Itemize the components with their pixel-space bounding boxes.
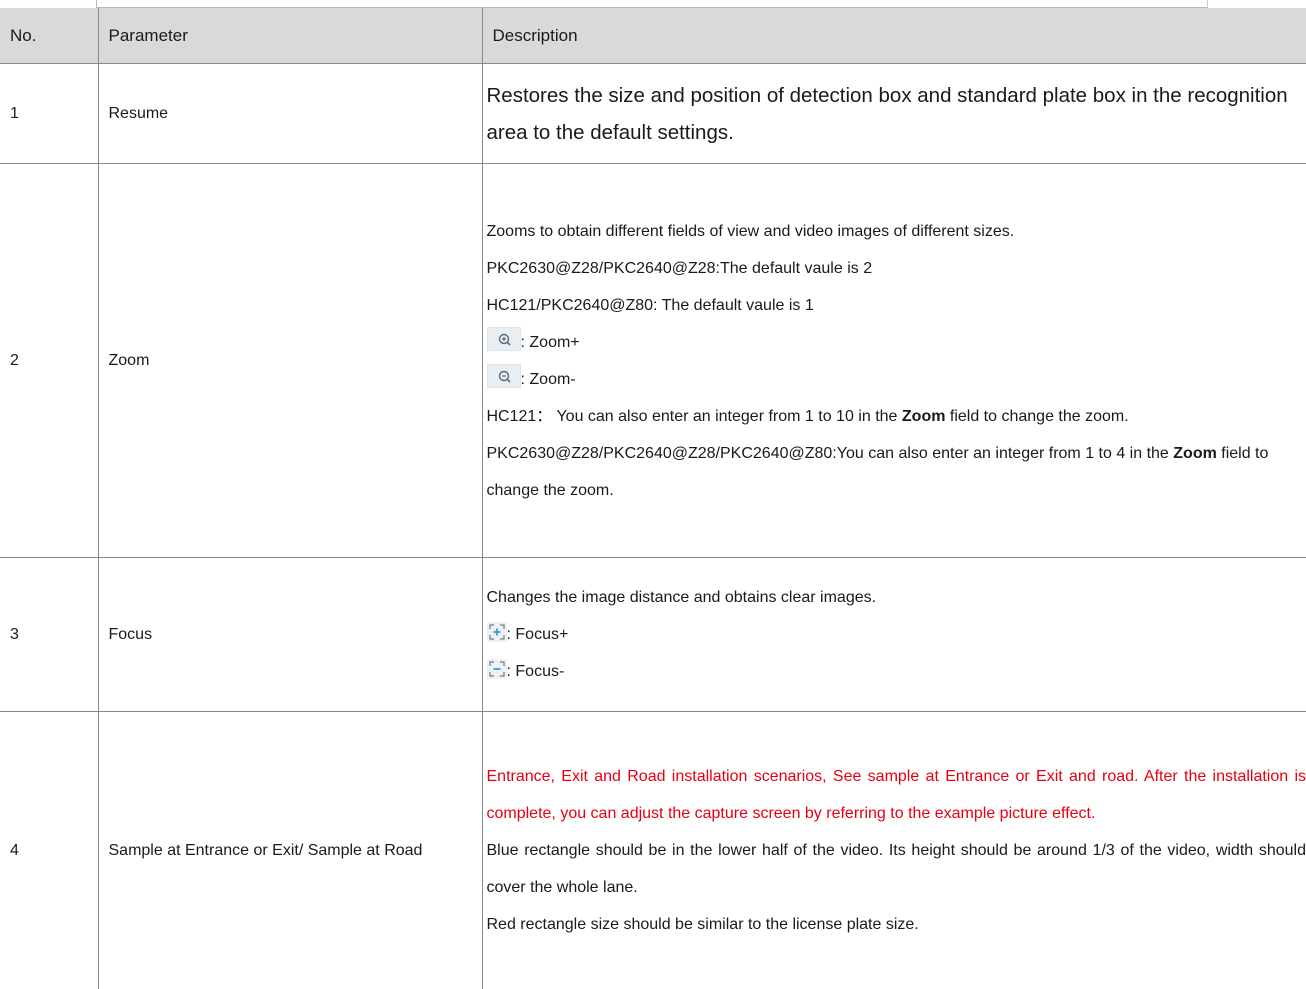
table-row: 3 Focus Changes the image distance and o…	[0, 557, 1306, 712]
parameter-description: Entrance, Exit and Road installation sce…	[482, 712, 1306, 989]
zoom-hc121-suffix: field to change the zoom.	[945, 407, 1129, 425]
zoom-out-label: : Zoom-	[520, 370, 576, 388]
row-number: 4	[0, 711, 99, 989]
header-no: No.	[0, 8, 99, 64]
focus-minus-icon	[486, 659, 507, 679]
zoom-pkc-prefix: PKC2630@Z28/PKC2640@Z28/PKC2640@Z80:You …	[486, 444, 1174, 462]
resume-description: Restores the size and position of detect…	[486, 83, 1288, 144]
zoom-in-icon	[486, 326, 521, 351]
zoom-hc121-bold: Zoom	[901, 407, 946, 425]
zoom-in-legend: : Zoom+	[486, 324, 1306, 361]
header-parameter: Parameter	[98, 8, 483, 64]
zoom-hc121-prefix: HC121： You can also enter an integer fro…	[486, 407, 902, 425]
focus-plus-legend: : Focus+	[486, 616, 1306, 653]
focus-minus-legend: : Focus-	[486, 653, 1306, 690]
sample-red-note: Entrance, Exit and Road installation sce…	[486, 768, 1306, 822]
zoom-in-label: : Zoom+	[520, 333, 580, 351]
parameter-table: No. Parameter Description 1 Resume Resto…	[0, 8, 1306, 989]
table-header-row: No. Parameter Description	[0, 8, 1306, 64]
zoom-out-icon	[486, 363, 521, 388]
parameter-description: Restores the size and position of detect…	[482, 63, 1306, 164]
parameter-description: Zooms to obtain different fields of view…	[482, 163, 1306, 558]
header-description: Description	[482, 8, 1306, 64]
parameter-name: Focus	[98, 557, 483, 712]
focus-plus-icon	[486, 622, 507, 642]
red-rectangle-note: Red rectangle size should be similar to …	[486, 916, 919, 933]
table-row: 4 Sample at Entrance or Exit/ Sample at …	[0, 711, 1306, 989]
zoom-pkc-bold: Zoom	[1173, 444, 1217, 462]
zoom-default-pkc: PKC2630@Z28/PKC2640@Z28:The default vaul…	[486, 259, 873, 277]
page-top-rule	[96, 0, 1208, 8]
table-row: 2 Zoom Zooms to obtain different fields …	[0, 163, 1306, 558]
focus-desc-line: Changes the image distance and obtains c…	[486, 589, 877, 606]
blue-rectangle-note: Blue rectangle should be in the lower ha…	[486, 842, 1306, 896]
focus-minus-label: : Focus-	[506, 663, 565, 680]
row-number: 1	[0, 63, 99, 164]
row-number: 3	[0, 557, 99, 712]
focus-plus-label: : Focus+	[506, 626, 569, 643]
zoom-out-legend: : Zoom-	[486, 361, 1306, 398]
parameter-name: Zoom	[98, 163, 483, 558]
parameter-name: Sample at Entrance or Exit/ Sample at Ro…	[98, 711, 483, 989]
table-row: 1 Resume Restores the size and position …	[0, 63, 1306, 164]
row-number: 2	[0, 163, 99, 558]
parameter-name: Resume	[98, 63, 483, 164]
zoom-hc121-note: HC121： You can also enter an integer fro…	[487, 398, 1306, 435]
zoom-desc-line: Zooms to obtain different fields of view…	[486, 222, 1015, 240]
zoom-default-hc121: HC121/PKC2640@Z80: The default vaule is …	[486, 296, 814, 314]
parameter-description: Changes the image distance and obtains c…	[482, 557, 1306, 712]
zoom-pkc-note: PKC2630@Z28/PKC2640@Z28/PKC2640@Z80:You …	[487, 435, 1306, 509]
